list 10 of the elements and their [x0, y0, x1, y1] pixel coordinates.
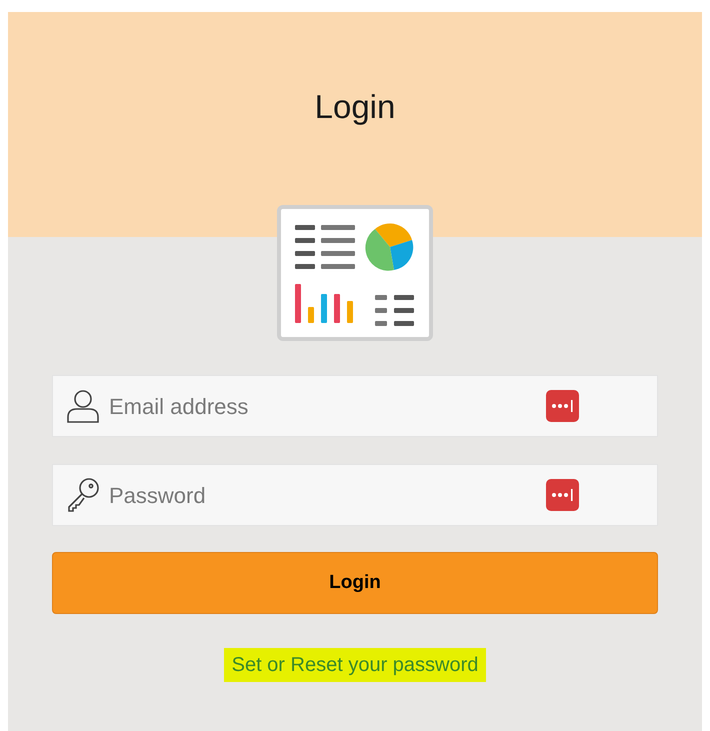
page-title: Login	[314, 90, 396, 123]
email-input[interactable]: Email address	[109, 390, 538, 422]
key-icon	[65, 477, 101, 513]
password-input[interactable]: Password	[109, 478, 538, 512]
login-button[interactable]: Login	[52, 552, 658, 614]
email-field[interactable]: Email address	[52, 375, 658, 437]
password-manager-icon[interactable]	[546, 390, 579, 422]
user-icon	[65, 388, 101, 424]
password-manager-icon[interactable]	[546, 479, 579, 511]
password-field[interactable]: Password	[52, 464, 658, 526]
